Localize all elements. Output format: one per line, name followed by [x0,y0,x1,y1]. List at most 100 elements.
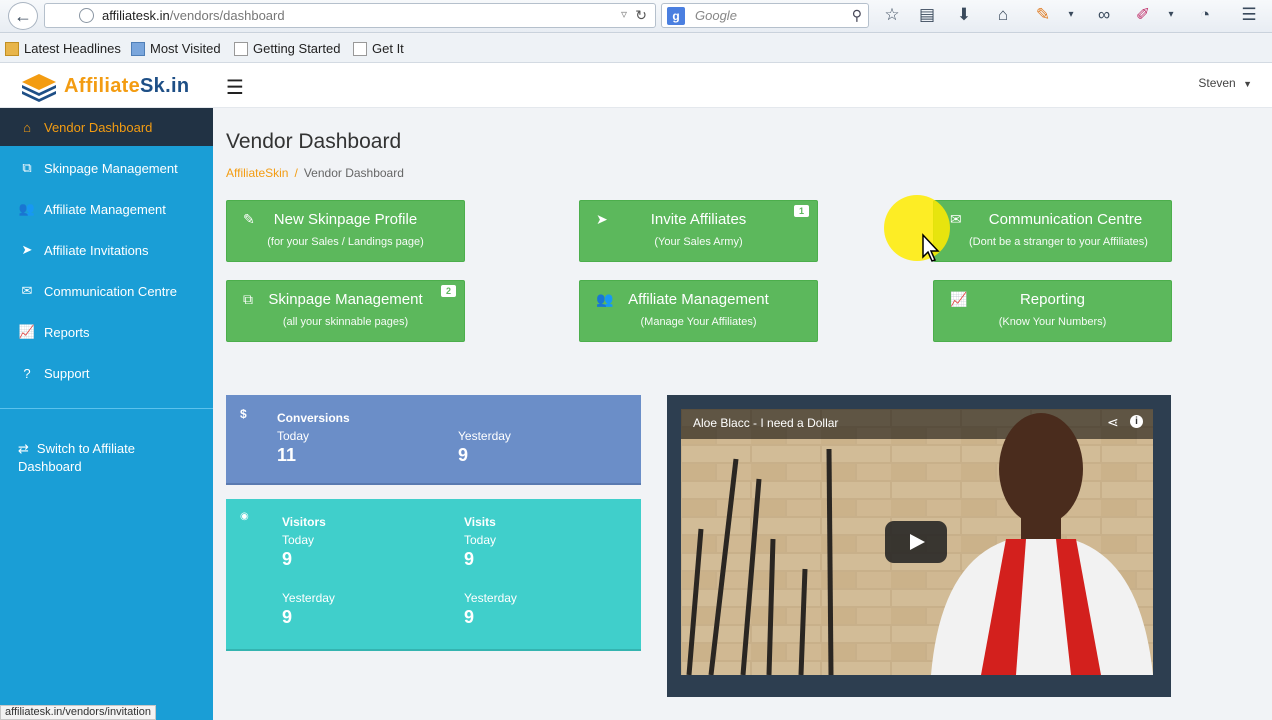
sidebar-item-label: Vendor Dashboard [44,119,153,135]
caret-down-icon: ▼ [1243,79,1252,89]
users-icon: 👥 [18,201,36,216]
mouse-cursor-icon [922,233,940,262]
browser-toolbar: ← affiliatesk.in/vendors/dashboard ↻ ▿ g… [0,0,1272,33]
chart-icon: 📈 [18,324,36,339]
action-subtitle: (for your Sales / Landings page) [267,236,424,248]
bookmarks-bar: Latest Headlines Most Visited Getting St… [0,34,1272,63]
exchange-icon: ⇄ [18,441,29,456]
address-bar[interactable]: affiliatesk.in/vendors/dashboard ↻ ▿ [44,3,656,28]
reporting-button[interactable]: 📈 Reporting (Know Your Numbers) [933,280,1172,342]
breadcrumb: AffiliateSkin / Vendor Dashboard [226,166,404,180]
bookmark-label: Getting Started [253,41,341,56]
breadcrumb-separator: / [294,166,298,180]
share-icon[interactable]: ⋖ [1107,414,1119,431]
breadcrumb-current: Vendor Dashboard [303,166,404,180]
back-button[interactable]: ← [8,2,38,30]
bookmark-getting-started[interactable]: Getting Started [234,41,340,56]
action-title: New Skinpage Profile [273,211,418,228]
chevron-down-icon[interactable]: ▾ [1160,9,1182,20]
conversions-yesterday-value: 9 [458,445,469,465]
visits-yesterday-value: 9 [464,607,475,627]
page-icon [234,41,248,56]
action-title: Skinpage Management [268,291,423,308]
arrow-left-icon: ← [14,5,32,26]
visitors-today-label: Today [282,533,315,547]
action-subtitle: (Dont be a stranger to your Affiliates) [969,236,1148,248]
clipboard-icon[interactable]: ▤ [916,5,938,25]
sidebar-item-label: Communication Centre [44,283,177,299]
home-icon[interactable]: ⌂ [992,5,1014,25]
page-icon [353,41,367,56]
url-path: /vendors/dashboard [169,8,285,23]
communication-centre-button[interactable]: ✉ Communication Centre (Dont be a strang… [933,200,1172,262]
logo[interactable]: AffiliateSk.in [20,70,189,102]
skinpage-management-button[interactable]: ⧉ Skinpage Management (all your skinnabl… [226,280,465,342]
video-title: Aloe Blacc - I need a Dollar [693,416,839,430]
chevron-down-icon[interactable]: ▾ [1060,9,1082,20]
extension-icon[interactable]: ✎ [1032,5,1054,25]
visits-label: Visits [464,515,496,529]
action-title: Affiliate Management [628,291,769,308]
action-title: Communication Centre [988,211,1143,228]
search-icon[interactable]: ⚲ [852,7,862,24]
user-menu[interactable]: Steven ▼ [1198,76,1252,90]
reload-icon[interactable]: ↻ [635,7,647,24]
sidebar: ⌂ Vendor Dashboard ⧉ Skinpage Management… [0,108,213,720]
bookmark-latest-headlines[interactable]: Latest Headlines [5,41,121,56]
bookmark-label: Most Visited [150,41,221,56]
mask-icon[interactable]: ∞ [1093,5,1115,25]
question-icon: ? [23,365,31,381]
send-icon: ➤ [21,242,33,257]
breadcrumb-home-link[interactable]: AffiliateSkin [226,166,288,180]
search-placeholder: Google [695,8,737,23]
paint-brush-icon[interactable]: ✐ [1132,5,1154,25]
visitors-yesterday-value: 9 [282,607,293,627]
sidebar-item-reports[interactable]: 📈 Reports [0,313,213,351]
sidebar-item-skinpage-management[interactable]: ⧉ Skinpage Management [0,149,213,187]
envelope-icon: ✉ [21,283,33,298]
sidebar-item-affiliate-management[interactable]: 👥 Affiliate Management [0,190,213,228]
sidebar-item-vendor-dashboard[interactable]: ⌂ Vendor Dashboard [0,108,213,146]
bookmark-star-icon[interactable]: ☆ [881,5,903,25]
conversions-label: Conversions [277,411,350,425]
sidebar-item-affiliate-invitations[interactable]: ➤ Affiliate Invitations [0,231,213,269]
sidebar-item-communication-centre[interactable]: ✉ Communication Centre [0,272,213,310]
play-button[interactable] [885,521,947,563]
visits-today-label: Today [464,533,497,547]
traffic-panel: ◉ Visitors Today 9 Yesterday 9 Visits To… [226,499,641,651]
sidebar-item-support[interactable]: ? Support [0,354,213,392]
switch-to-affiliate-dashboard[interactable]: ⇄ Switch to Affiliate Dashboard [18,440,198,476]
action-subtitle: (all your skinnable pages) [282,316,409,328]
action-subtitle: (Manage Your Affiliates) [640,316,757,328]
menu-icon[interactable]: ☰ [1238,5,1260,25]
count-badge: 2 [440,285,456,297]
conversions-today-value: 11 [277,445,297,465]
download-icon[interactable]: ⬇ [953,5,975,25]
affiliate-management-button[interactable]: 👥 Affiliate Management (Manage Your Affi… [579,280,818,342]
sidebar-item-label: Skinpage Management [44,160,178,176]
sidebar-item-label: Affiliate Invitations [44,242,149,258]
home-icon: ⌂ [23,119,31,135]
clock-icon[interactable]: ◔ [1194,5,1216,25]
search-bar[interactable]: g Google ⚲ [661,3,869,28]
bookmark-label: Latest Headlines [24,41,121,56]
dropdown-icon[interactable]: ▿ [621,7,627,21]
status-bar-url: affiliatesk.in/vendors/invitation [0,705,156,720]
hamburger-menu-icon[interactable]: ☰ [225,75,245,100]
logo-mark-icon [20,70,58,102]
action-title: Reporting [1019,291,1086,308]
bookmark-most-visited[interactable]: Most Visited [131,41,221,56]
page-title: Vendor Dashboard [226,130,402,153]
info-icon[interactable]: i [1130,415,1143,428]
logo-text: AffiliateSk.in [64,74,190,97]
visitors-yesterday-label: Yesterday [282,591,335,605]
sidebar-item-label: Support [44,365,90,381]
dollar-icon: $ [240,407,247,421]
new-skinpage-profile-button[interactable]: ✎ New Skinpage Profile (for your Sales /… [226,200,465,262]
google-icon[interactable]: g [667,6,685,25]
action-subtitle: (Your Sales Army) [654,236,743,248]
bookmark-get-it[interactable]: Get It [353,41,404,56]
action-subtitle: (Know Your Numbers) [998,316,1107,328]
action-title: Invite Affiliates [650,211,747,228]
invite-affiliates-button[interactable]: ➤ Invite Affiliates (Your Sales Army) 1 [579,200,818,262]
